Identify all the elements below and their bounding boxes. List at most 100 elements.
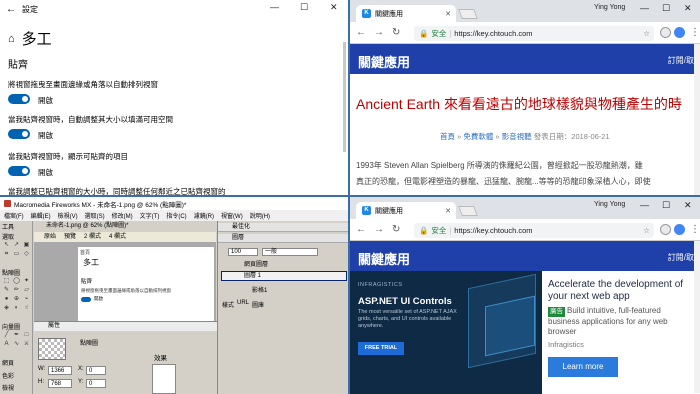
extension-icon[interactable] bbox=[660, 224, 671, 235]
site-logo[interactable]: 關鍵應用 bbox=[358, 52, 410, 71]
brush-tool-icon[interactable]: ✎ bbox=[2, 286, 11, 294]
forward-icon[interactable]: → bbox=[374, 224, 384, 235]
line-tool-icon[interactable]: ╱ bbox=[2, 331, 11, 339]
marquee-tool-icon[interactable]: ⬚ bbox=[2, 277, 11, 285]
advertisement[interactable]: INFRAGISTICS ASP.NET UI Controls The mos… bbox=[350, 271, 694, 394]
maximize-button[interactable]: ☐ bbox=[662, 200, 670, 211]
export-area-icon[interactable]: ▭ bbox=[12, 250, 21, 258]
optimize-panel-header[interactable]: 最佳化 bbox=[218, 223, 349, 232]
learn-more-button[interactable]: Learn more bbox=[548, 357, 618, 377]
tab-library[interactable]: 圖庫 bbox=[252, 300, 264, 309]
document-tab[interactable]: 未命名-1.png @ 62% (點陣圖)* bbox=[34, 221, 216, 232]
tab-preview[interactable]: 預覽 bbox=[64, 232, 76, 242]
profile-name[interactable]: Ying Yong bbox=[594, 201, 625, 208]
x-field[interactable]: 0 bbox=[86, 366, 106, 375]
back-icon[interactable]: ← bbox=[356, 224, 366, 235]
pointer-tool-icon[interactable]: ↖ bbox=[2, 241, 11, 249]
subscribe-link[interactable]: 訂閱/取 bbox=[668, 252, 694, 263]
eyedropper-tool-icon[interactable]: ⌁ bbox=[22, 295, 31, 303]
breadcrumb-category[interactable]: 免費軟體 bbox=[463, 132, 493, 141]
close-button[interactable]: ✕ bbox=[684, 200, 692, 211]
rect-tool-icon[interactable]: □ bbox=[22, 331, 31, 339]
forward-icon[interactable]: → bbox=[374, 27, 384, 38]
pencil-tool-icon[interactable]: ✏ bbox=[12, 286, 21, 294]
tab-original[interactable]: 原始 bbox=[44, 232, 56, 242]
new-tab-button[interactable] bbox=[458, 9, 478, 19]
reload-icon[interactable]: ↻ bbox=[392, 224, 400, 235]
site-logo[interactable]: 關鍵應用 bbox=[358, 249, 410, 268]
scrollbar[interactable] bbox=[694, 241, 700, 393]
tab-close-icon[interactable]: ✕ bbox=[445, 207, 451, 215]
width-field[interactable]: 1366 bbox=[48, 366, 72, 375]
pen-tool-icon[interactable]: ✒ bbox=[12, 331, 21, 339]
layer-1[interactable]: 圖層 1 bbox=[221, 271, 347, 281]
home-icon[interactable]: ⌂ bbox=[8, 33, 15, 45]
tab-2up[interactable]: 2 欄式 bbox=[84, 232, 101, 242]
tab-4up[interactable]: 4 欄式 bbox=[109, 232, 126, 242]
article-title[interactable]: Ancient Earth 來看看遠古的地球樣貌與物種產生的時 bbox=[356, 94, 682, 114]
back-icon[interactable]: ← bbox=[356, 27, 366, 38]
height-field[interactable]: 768 bbox=[48, 379, 72, 388]
extension-icon[interactable] bbox=[674, 224, 685, 235]
breadcrumb-home[interactable]: 首頁 bbox=[440, 132, 455, 141]
maximize-button[interactable]: ☐ bbox=[300, 2, 308, 13]
properties-header[interactable]: 屬性 bbox=[34, 322, 217, 331]
snap-divider-vertical[interactable] bbox=[348, 0, 350, 394]
reload-icon[interactable]: ↻ bbox=[392, 27, 400, 38]
breadcrumb-category[interactable]: 影音視聽 bbox=[502, 132, 532, 141]
magic-wand-icon[interactable]: ✦ bbox=[22, 277, 31, 285]
profile-name[interactable]: Ying Yong bbox=[594, 4, 625, 11]
bookmark-star-icon[interactable]: ☆ bbox=[643, 226, 650, 235]
layer-web[interactable]: 網頁圖層 bbox=[222, 261, 346, 269]
browser-tab[interactable]: K 關鍵應用 ✕ bbox=[356, 5, 456, 22]
scrollbar[interactable] bbox=[694, 44, 700, 196]
snap-divider-horizontal[interactable] bbox=[0, 195, 700, 197]
crop-tool-icon[interactable]: ⌗ bbox=[2, 250, 11, 258]
minimize-button[interactable]: — bbox=[640, 3, 649, 13]
free-trial-button[interactable]: FREE TRIAL bbox=[358, 342, 404, 355]
ad-banner[interactable]: INFRAGISTICS ASP.NET UI Controls The mos… bbox=[350, 271, 542, 394]
maximize-button[interactable]: ☐ bbox=[662, 3, 670, 14]
ad-right-headline[interactable]: Accelerate the development of your next … bbox=[548, 279, 694, 303]
menu-modify[interactable]: 修改(M) bbox=[112, 211, 133, 220]
address-bar[interactable]: 🔒 安全 | https://key.chtouch.com ☆ bbox=[414, 223, 654, 238]
skew-tool-icon[interactable]: ◇ bbox=[22, 250, 31, 258]
menu-edit[interactable]: 編輯(E) bbox=[31, 211, 51, 220]
bucket-tool-icon[interactable]: ◈ bbox=[2, 304, 11, 312]
tab-styles[interactable]: 樣式 bbox=[222, 300, 234, 309]
address-bar[interactable]: 🔒 安全 | https://key.chtouch.com ☆ bbox=[414, 26, 654, 41]
freeform-tool-icon[interactable]: ∿ bbox=[12, 340, 21, 348]
smudge-tool-icon[interactable]: ☝ bbox=[22, 304, 31, 312]
new-tab-button[interactable] bbox=[458, 206, 478, 216]
menu-icon[interactable]: ⋮ bbox=[690, 27, 700, 38]
menu-text[interactable]: 文字(T) bbox=[140, 211, 160, 220]
menu-help[interactable]: 說明(H) bbox=[250, 211, 270, 220]
menu-select[interactable]: 選取(S) bbox=[85, 211, 105, 220]
menu-view[interactable]: 檢視(V) bbox=[58, 211, 78, 220]
menu-icon[interactable]: ⋮ bbox=[690, 224, 700, 235]
scrollbar[interactable] bbox=[343, 42, 346, 152]
browser-tab[interactable]: K 關鍵應用 ✕ bbox=[356, 202, 456, 219]
stamp-tool-icon[interactable]: ⊕ bbox=[12, 295, 21, 303]
snap-toggle-3[interactable] bbox=[8, 166, 30, 176]
tab-url[interactable]: URL bbox=[237, 300, 249, 309]
extension-icon[interactable] bbox=[674, 27, 685, 38]
extension-icon[interactable] bbox=[660, 27, 671, 38]
layers-panel-header[interactable]: 圖層 bbox=[218, 234, 349, 243]
close-button[interactable]: ✕ bbox=[330, 2, 338, 13]
fw-canvas[interactable]: 首頁 多工 貼齊 將視窗拖曳至畫面邊緣或角落以自動排列視窗 開啟 bbox=[78, 247, 214, 321]
subscribe-link[interactable]: 訂閱/取 bbox=[668, 55, 694, 66]
scale-tool-icon[interactable]: ▣ bbox=[22, 241, 31, 249]
blend-mode-select[interactable]: 一般 bbox=[262, 248, 318, 256]
snap-toggle-2[interactable] bbox=[8, 129, 30, 139]
menu-commands[interactable]: 指令(C) bbox=[166, 211, 186, 220]
lasso-tool-icon[interactable]: ◯ bbox=[12, 277, 21, 285]
menu-file[interactable]: 檔案(F) bbox=[4, 211, 24, 220]
knife-tool-icon[interactable]: ⚔ bbox=[22, 340, 31, 348]
back-arrow-icon[interactable]: ← bbox=[0, 4, 22, 15]
tab-close-icon[interactable]: ✕ bbox=[445, 10, 451, 18]
eraser-tool-icon[interactable]: ▱ bbox=[22, 286, 31, 294]
subselect-tool-icon[interactable]: ↗ bbox=[12, 241, 21, 249]
snap-toggle-1[interactable] bbox=[8, 94, 30, 104]
minimize-button[interactable]: — bbox=[640, 200, 649, 210]
